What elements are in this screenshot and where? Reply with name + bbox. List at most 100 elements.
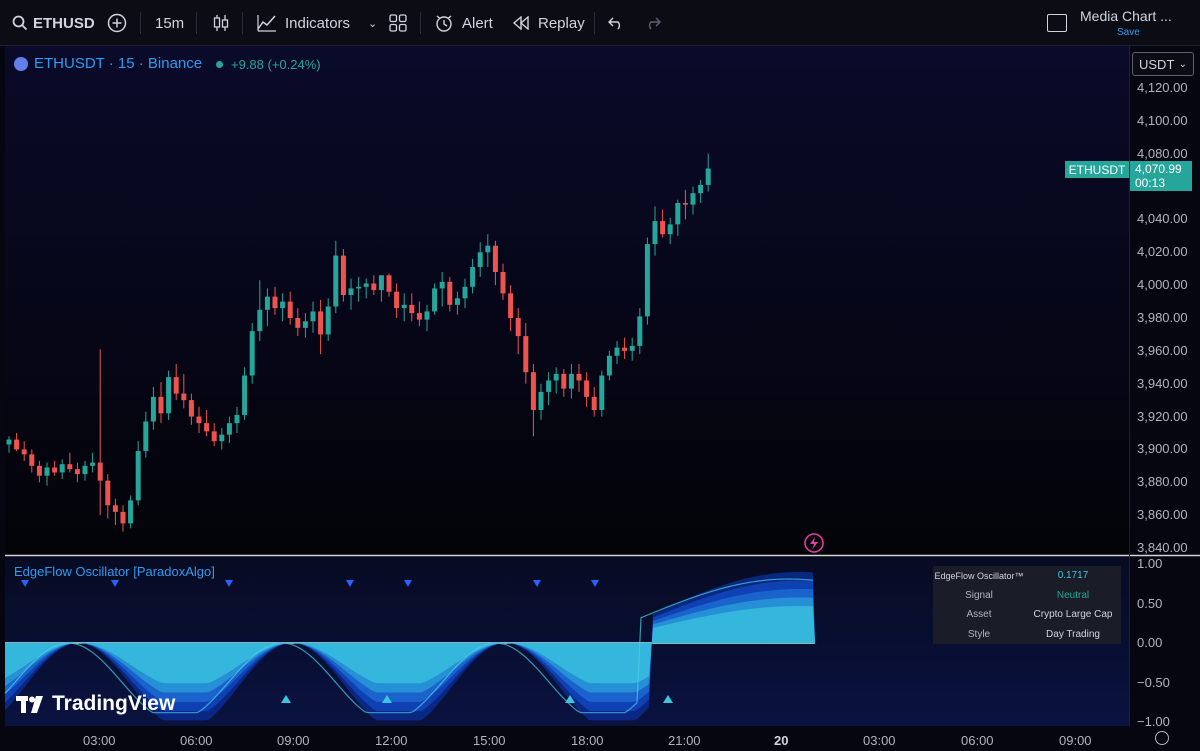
alarm-clock-icon bbox=[436, 15, 452, 32]
price-axis-label: 3,880.00 bbox=[1137, 474, 1188, 490]
table-value: Neutral bbox=[1056, 589, 1090, 601]
oscillator-axis-label: 1.00 bbox=[1137, 556, 1163, 571]
last-price-tag: 4,070.99 00:13 bbox=[1130, 161, 1192, 191]
tradingview-icon bbox=[16, 695, 43, 713]
grid-icon bbox=[389, 14, 407, 32]
symbol-price-tag: ETHUSDT bbox=[1065, 161, 1129, 178]
table-label: Style bbox=[967, 628, 991, 640]
candle bbox=[340, 249, 346, 302]
price-axis-label: 3,900.00 bbox=[1137, 441, 1188, 457]
candle bbox=[249, 322, 255, 384]
oscillator-title[interactable]: EdgeFlow Oscillator [ParadoxAlgo] bbox=[14, 564, 215, 579]
table-header-value: 0.1717 bbox=[1057, 570, 1089, 582]
oscillator-axis-label: 0.50 bbox=[1137, 595, 1163, 611]
table-value: Day Trading bbox=[1046, 628, 1100, 640]
oscillator-axis-label: −0.50 bbox=[1137, 674, 1170, 690]
table-row: Signal Neutral bbox=[933, 586, 1121, 606]
price-axis-label: 3,860.00 bbox=[1137, 507, 1188, 523]
price-axis-label: 4,000.00 bbox=[1137, 277, 1188, 293]
time-axis-label: 21:00 bbox=[668, 733, 701, 748]
time-axis-label: 20 bbox=[774, 733, 789, 748]
templates-button[interactable] bbox=[389, 0, 407, 46]
price-pane-background bbox=[5, 46, 1129, 555]
compare-button[interactable] bbox=[107, 0, 127, 46]
chevron-down-icon: ⌄ bbox=[1178, 58, 1187, 70]
price-axis-label: 3,960.00 bbox=[1137, 342, 1188, 358]
time-axis-label: 06:00 bbox=[180, 733, 213, 748]
price-axis-label: 3,940.00 bbox=[1137, 375, 1188, 391]
replay-button[interactable]: Replay bbox=[512, 0, 585, 46]
candles-icon bbox=[213, 15, 229, 31]
tradingview-logo[interactable]: TradingView bbox=[16, 692, 175, 716]
table-header-label: EdgeFlow Oscillator™ bbox=[934, 570, 1024, 581]
undo-icon bbox=[608, 17, 621, 30]
chart-canvas[interactable] bbox=[0, 46, 1200, 751]
price-axis-label: 3,980.00 bbox=[1137, 310, 1188, 325]
price-axis-label: 3,920.00 bbox=[1137, 408, 1188, 424]
status-dot-icon bbox=[216, 61, 223, 68]
legend-change-value: +9.88 (+0.24%) bbox=[231, 57, 321, 72]
oscillator-info-table: EdgeFlow Oscillator™ 0.1717 Signal Neutr… bbox=[933, 566, 1121, 644]
time-axis-label: 03:00 bbox=[863, 733, 896, 748]
price-axis-label: 3,840.00 bbox=[1137, 540, 1188, 555]
divider bbox=[420, 12, 421, 34]
rewind-icon bbox=[512, 16, 529, 30]
undo-button[interactable] bbox=[608, 0, 624, 46]
divider bbox=[242, 12, 243, 34]
search-icon bbox=[12, 15, 28, 31]
redo-button[interactable] bbox=[645, 0, 661, 46]
last-price-value: 4,070.99 bbox=[1135, 162, 1182, 176]
price-axis-label: 4,100.00 bbox=[1137, 112, 1188, 128]
chevron-down-icon: ⌄ bbox=[368, 17, 378, 30]
table-label: Asset bbox=[966, 609, 992, 621]
candle bbox=[166, 370, 172, 420]
time-axis-label: 09:00 bbox=[277, 733, 310, 748]
redo-icon bbox=[648, 17, 661, 30]
price-axis-label: 4,020.00 bbox=[1137, 244, 1188, 260]
oscillator-axis-label: −1.00 bbox=[1137, 714, 1170, 729]
symbol-label: ETHUSD bbox=[33, 14, 95, 32]
price-axis-label: 4,080.00 bbox=[1137, 145, 1188, 161]
table-label: Signal bbox=[965, 589, 993, 601]
divider bbox=[196, 12, 197, 34]
bar-countdown: 00:13 bbox=[1135, 176, 1166, 190]
chart-legend[interactable]: ETHUSDT · 15 · Binance bbox=[14, 55, 202, 72]
brand-label: TradingView bbox=[52, 692, 176, 715]
legend-change: +9.88 (+0.24%) bbox=[216, 57, 321, 72]
time-axis-label: 15:00 bbox=[473, 733, 506, 748]
price-axis-label: 4,040.00 bbox=[1137, 211, 1188, 227]
table-value: Crypto Large Cap bbox=[1033, 609, 1113, 621]
table-row: Style Day Trading bbox=[933, 625, 1121, 645]
interval-button[interactable]: 15m bbox=[155, 0, 184, 46]
oscillator-axis-label: 0.00 bbox=[1137, 635, 1163, 650]
symbol-search[interactable]: ETHUSD bbox=[12, 0, 95, 46]
legend-symbol: ETHUSDT · 15 · Binance bbox=[34, 55, 203, 72]
table-row: Asset Crypto Large Cap bbox=[933, 605, 1121, 625]
indicators-button[interactable]: Indicators ⌄ bbox=[257, 0, 377, 46]
square-icon bbox=[1047, 14, 1067, 32]
layout-toggle[interactable] bbox=[1047, 0, 1067, 46]
candle bbox=[599, 370, 605, 417]
currency-label: USDT bbox=[1139, 56, 1175, 72]
time-axis[interactable] bbox=[0, 726, 1129, 751]
alert-label: Alert bbox=[462, 14, 493, 32]
currency-select[interactable]: USDT ⌄ bbox=[1132, 52, 1194, 76]
divider bbox=[140, 12, 141, 34]
alert-button[interactable]: Alert bbox=[434, 0, 493, 46]
ethereum-icon bbox=[14, 56, 28, 71]
time-axis-label: 06:00 bbox=[961, 733, 994, 748]
replay-label: Replay bbox=[538, 14, 585, 32]
top-toolbar: ETHUSD 15m Indicators ⌄ Alert Replay Med… bbox=[0, 0, 1200, 46]
settings-gear-icon[interactable] bbox=[1155, 731, 1169, 745]
candle bbox=[644, 237, 650, 325]
indicators-icon bbox=[257, 15, 276, 32]
time-axis-label: 12:00 bbox=[375, 733, 408, 748]
time-axis-label: 03:00 bbox=[83, 733, 116, 748]
plus-circle-icon bbox=[107, 13, 127, 33]
chart-type-button[interactable] bbox=[212, 0, 230, 46]
save-link[interactable]: Save bbox=[1117, 27, 1140, 38]
price-axis-label: 4,120.00 bbox=[1137, 80, 1188, 95]
table-header-row: EdgeFlow Oscillator™ 0.1717 bbox=[933, 566, 1121, 586]
layout-name-label: Media Chart ... bbox=[1080, 8, 1172, 24]
indicators-label: Indicators bbox=[285, 14, 351, 32]
